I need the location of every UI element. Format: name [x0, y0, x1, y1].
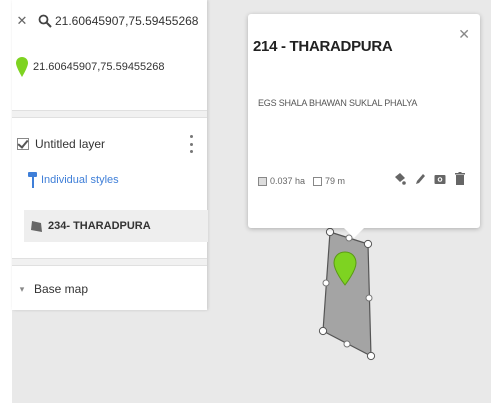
individual-styles-link[interactable]: Individual styles [28, 170, 119, 190]
polygon-icon [31, 221, 42, 232]
search-result-coords: 21.60645907,75.59455268 [33, 61, 165, 73]
popup-measurements: 0.037 ha 79 m [258, 176, 345, 186]
vertex-handle[interactable] [318, 326, 328, 336]
basemap-label: Base map [34, 282, 89, 296]
popup-pointer [344, 228, 364, 238]
feature-list-item[interactable]: 234- THARADPURA [24, 210, 208, 242]
basemap-row[interactable]: ▾ Base map [12, 278, 88, 300]
midpoint-handle[interactable] [343, 340, 351, 348]
area-value: 0.037 ha [270, 176, 306, 186]
search-result-item[interactable]: 21.60645907,75.59455268 [12, 56, 207, 78]
expand-icon[interactable]: ▾ [16, 284, 28, 295]
midpoint-handle[interactable] [322, 279, 330, 287]
style-paint-icon[interactable] [394, 172, 406, 186]
layer-name[interactable]: Untitled layer [35, 137, 105, 151]
perimeter-icon [313, 176, 323, 186]
camera-icon[interactable] [434, 172, 446, 186]
divider [12, 258, 207, 266]
search-icon [38, 14, 52, 28]
midpoint-handle[interactable] [365, 294, 373, 302]
vertex-handle[interactable] [366, 351, 376, 361]
perimeter-value: 79 m [325, 176, 346, 186]
green-pin-icon [16, 57, 28, 77]
edit-pencil-icon[interactable] [414, 172, 426, 186]
divider [12, 110, 207, 118]
popup-description: EGS SHALA BHAWAN SUKLAL PHALYA [258, 98, 418, 108]
layer-options-icon[interactable] [189, 135, 193, 153]
area-icon [258, 176, 267, 186]
feature-info-popup: 214 - THARADPURA ✕ EGS SHALA BHAWAN SUKL… [248, 14, 480, 238]
delete-trash-icon[interactable] [454, 172, 466, 186]
individual-styles-label: Individual styles [41, 174, 119, 186]
search-row: ✕ 21.60645907,75.59455268 [12, 10, 207, 32]
paint-roller-icon [28, 172, 37, 188]
layers-panel: ✕ 21.60645907,75.59455268 21.60645907,75… [12, 0, 208, 310]
search-query[interactable]: 21.60645907,75.59455268 [55, 14, 198, 28]
layer-header[interactable]: Untitled layer [12, 133, 207, 155]
vertex-handle[interactable] [325, 227, 335, 237]
vertex-handle[interactable] [363, 239, 373, 249]
close-icon[interactable]: ✕ [458, 26, 470, 43]
popup-title: 214 - THARADPURA [253, 38, 393, 55]
selected-polygon[interactable] [322, 231, 372, 358]
feature-name: 234- THARADPURA [48, 220, 151, 232]
layer-visibility-checkbox[interactable] [17, 138, 29, 150]
popup-actions [394, 172, 466, 186]
clear-search-icon[interactable]: ✕ [14, 13, 30, 29]
